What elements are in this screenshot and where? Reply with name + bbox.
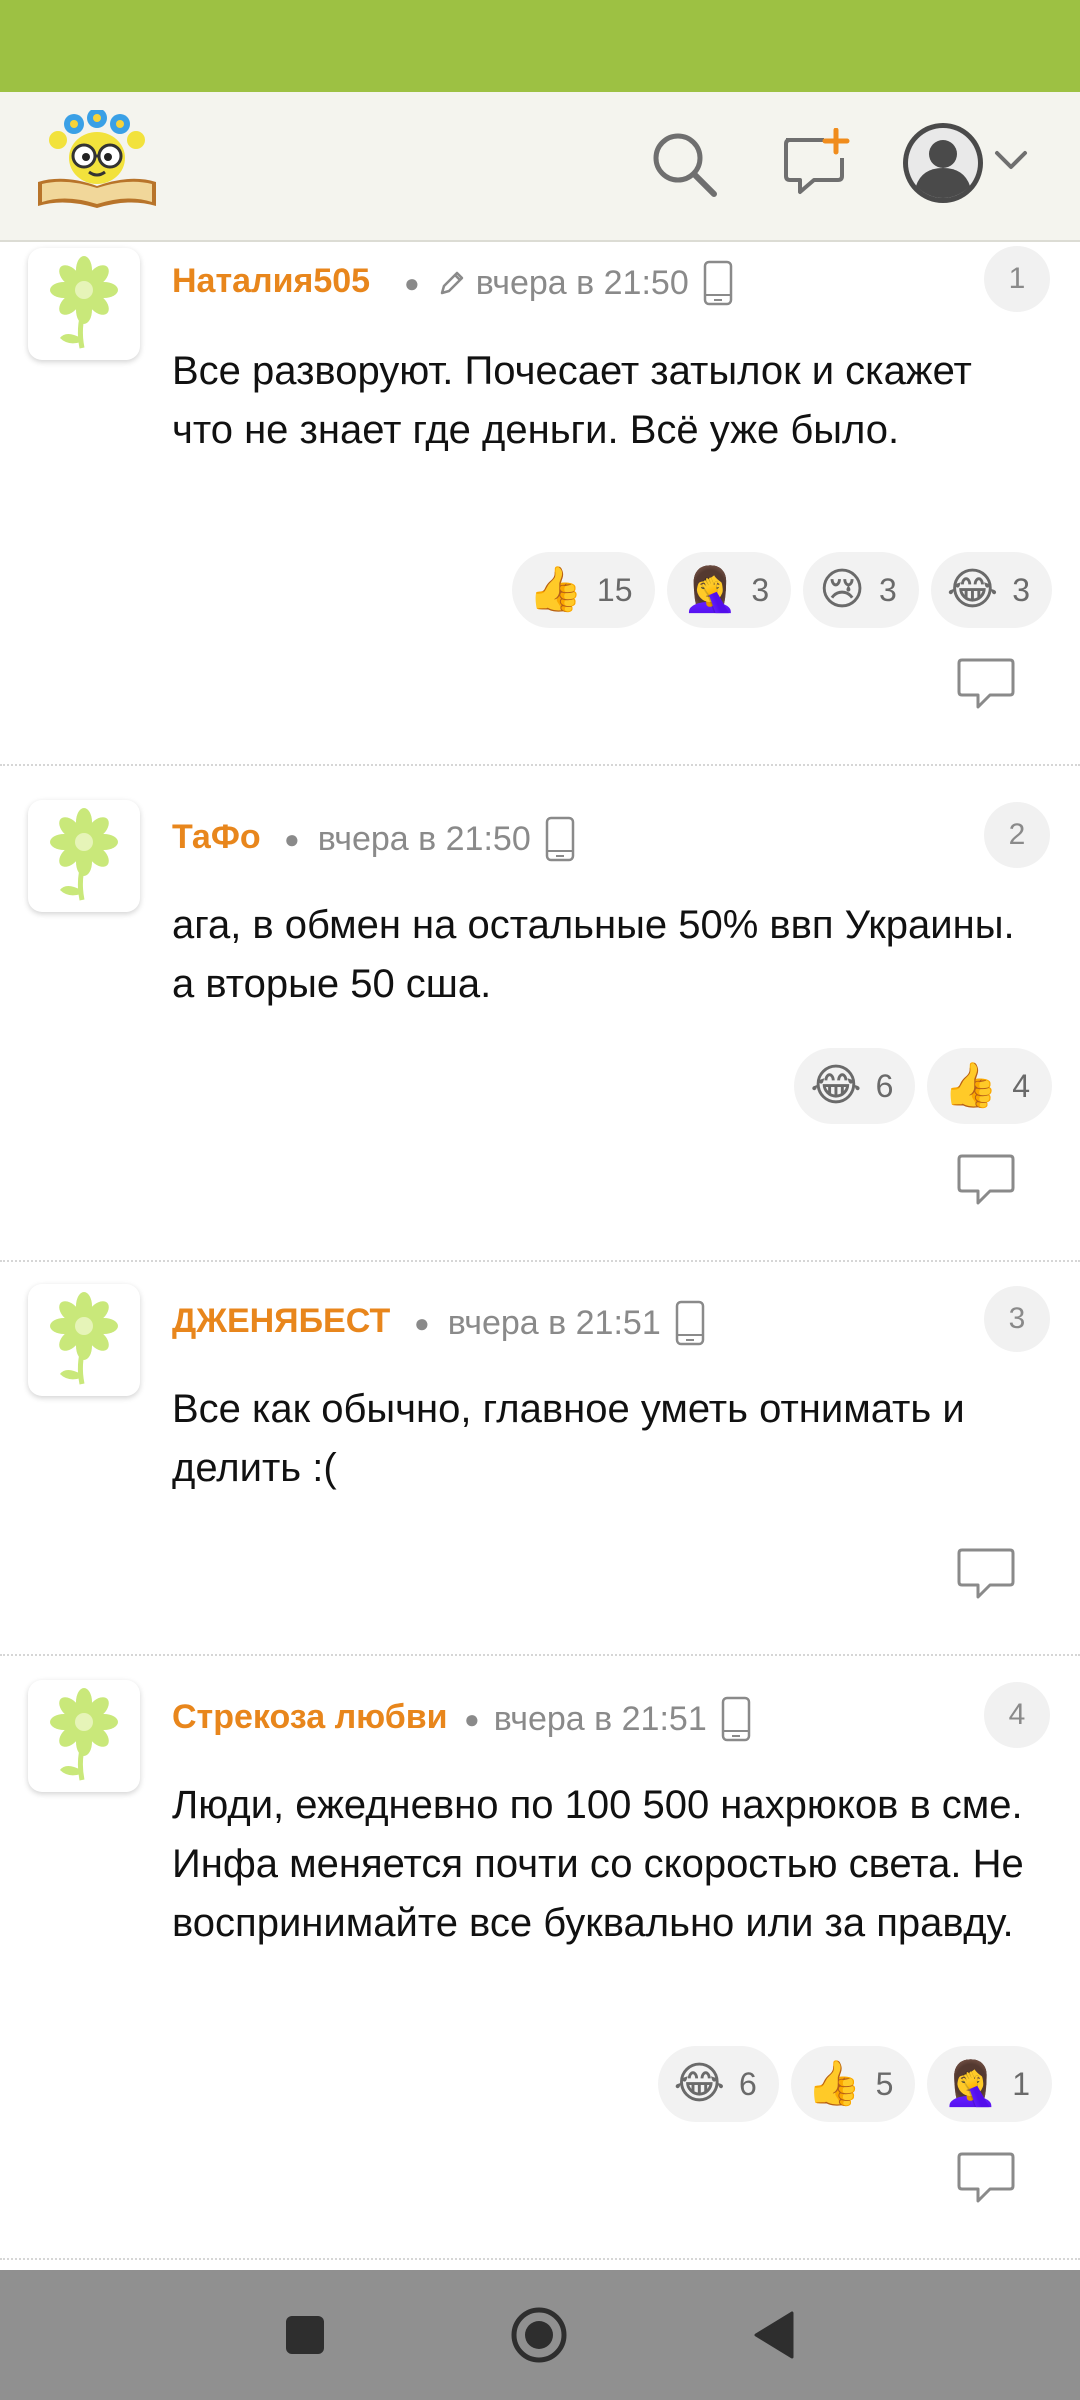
flower-icon xyxy=(50,1292,118,1385)
separator-dot: ● xyxy=(414,1307,430,1338)
comment-time[interactable]: вчера в 21:51 xyxy=(494,1700,707,1739)
comment-meta: ● вчера в 21:51 xyxy=(396,1300,705,1346)
back-triangle-icon[interactable] xyxy=(752,2310,796,2360)
reactions-bar: 😂 6 👍 5 🤦‍♀️ 1 xyxy=(657,2046,1052,2122)
separator-dot: ● xyxy=(464,1703,480,1734)
comment-author[interactable]: ТаФо xyxy=(172,818,261,857)
comment-divider xyxy=(0,764,1080,766)
user-avatar-icon[interactable] xyxy=(902,122,984,204)
mobile-device-icon xyxy=(675,1300,704,1346)
avatar[interactable] xyxy=(28,1680,140,1792)
comment-number[interactable]: 3 xyxy=(984,1286,1050,1352)
flower-icon xyxy=(50,808,118,901)
comment-author[interactable]: Наталия505 xyxy=(172,262,370,301)
mobile-device-icon xyxy=(703,260,732,306)
comment-divider xyxy=(0,1654,1080,1656)
comment-meta: ● вчера в 21:51 xyxy=(444,1696,751,1742)
reaction-crying[interactable]: 😢 3 xyxy=(803,552,919,628)
reactions-bar: 😂 6 👍 4 xyxy=(794,1048,1052,1124)
flower-icon xyxy=(50,256,118,349)
reaction-laughing[interactable]: 😂 6 xyxy=(794,1048,916,1124)
comment-divider xyxy=(0,1260,1080,1262)
mobile-device-icon xyxy=(721,1696,750,1742)
avatar[interactable] xyxy=(28,800,140,912)
avatar[interactable] xyxy=(28,248,140,360)
comment-time[interactable]: вчера в 21:50 xyxy=(476,264,689,303)
square-icon[interactable] xyxy=(284,2314,326,2356)
reaction-laughing[interactable]: 😂 3 xyxy=(930,552,1052,628)
system-nav-bar xyxy=(0,2270,1080,2400)
comment-text: Все как обычно, главное уметь отнимать и… xyxy=(172,1387,965,1490)
flower-icon xyxy=(50,1688,118,1781)
status-bar xyxy=(0,0,1080,92)
reactions-bar: 👍 15 🤦‍♀️ 3 😢 3 😂 3 xyxy=(512,552,1052,628)
comment-number[interactable]: 4 xyxy=(984,1682,1050,1748)
comment-number[interactable]: 1 xyxy=(984,246,1050,312)
circle-icon[interactable] xyxy=(510,2306,568,2364)
comment-meta: ● вчера в 21:50 xyxy=(386,260,733,306)
pencil-icon xyxy=(440,271,463,295)
reply-icon[interactable] xyxy=(956,1546,1016,1602)
mobile-device-icon xyxy=(545,816,574,862)
comment-text: Люди, ежедневно по 100 500 нахрюков в см… xyxy=(172,1783,1024,1945)
comment-number[interactable]: 2 xyxy=(984,802,1050,868)
reaction-thumbs-up[interactable]: 👍 4 xyxy=(927,1048,1052,1124)
reaction-facepalm[interactable]: 🤦‍♀️ 1 xyxy=(927,2046,1052,2122)
avatar[interactable] xyxy=(28,1284,140,1396)
comment-meta: ● вчера в 21:50 xyxy=(266,816,575,862)
separator-dot: ● xyxy=(404,267,420,298)
comment-divider xyxy=(0,2258,1080,2260)
reply-icon[interactable] xyxy=(956,2150,1016,2206)
comment-text: ага, в обмен на остальные 50% ввп Украин… xyxy=(172,903,1015,1006)
chevron-down-icon[interactable] xyxy=(994,150,1028,172)
site-logo[interactable] xyxy=(34,110,160,210)
comment-time[interactable]: вчера в 21:51 xyxy=(448,1304,661,1343)
reaction-facepalm[interactable]: 🤦‍♀️ 3 xyxy=(666,552,792,628)
comment-author[interactable]: Стрекоза любви xyxy=(172,1698,448,1737)
reaction-thumbs-up[interactable]: 👍 15 xyxy=(512,552,655,628)
comment-author[interactable]: ДЖЕНЯБЕСТ xyxy=(172,1302,390,1341)
reply-icon[interactable] xyxy=(956,1152,1016,1208)
reaction-laughing[interactable]: 😂 6 xyxy=(657,2046,779,2122)
reply-icon[interactable] xyxy=(956,656,1016,712)
comment-text: Все разворуют. Почесает затылок и скажет… xyxy=(172,349,972,452)
new-post-icon[interactable] xyxy=(780,128,852,200)
reaction-thumbs-up[interactable]: 👍 5 xyxy=(790,2046,916,2122)
search-icon[interactable] xyxy=(648,128,720,200)
comment-time[interactable]: вчера в 21:50 xyxy=(318,820,531,859)
separator-dot: ● xyxy=(284,823,300,854)
